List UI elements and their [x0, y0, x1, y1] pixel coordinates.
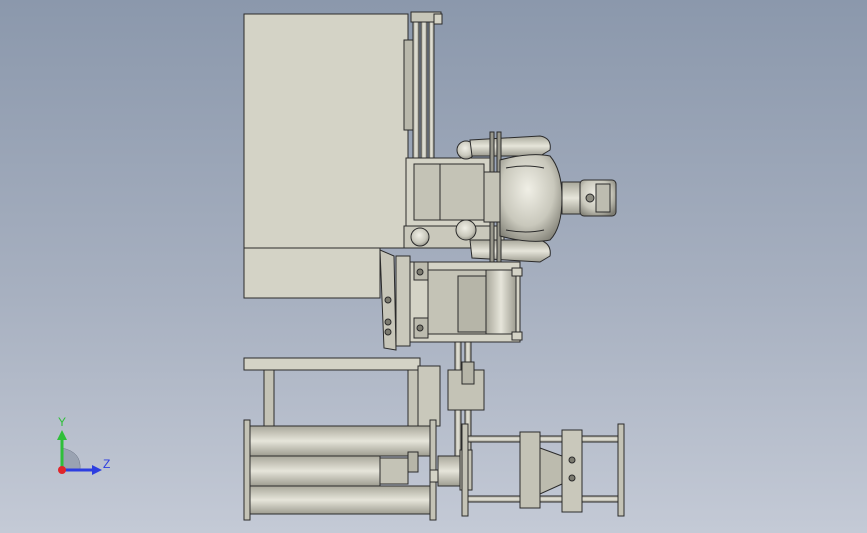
orientation-triad: Y Z	[57, 415, 110, 475]
y-axis-label: Y	[58, 415, 66, 429]
cad-viewport[interactable]: Y Z	[0, 0, 867, 533]
z-axis-label: Z	[103, 457, 110, 471]
x-axis-dot	[58, 466, 66, 474]
